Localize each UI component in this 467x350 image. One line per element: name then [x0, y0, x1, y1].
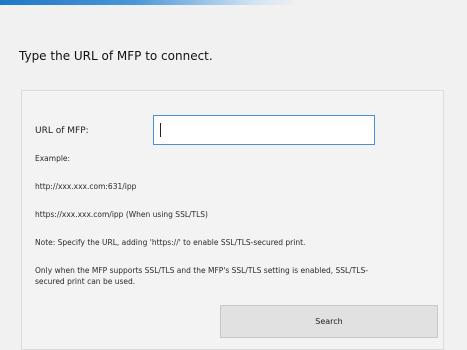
example-https-url: https://xxx.xxx.com/ipp (When using SSL/… — [35, 210, 208, 219]
example-heading: Example: — [35, 154, 71, 163]
text-caret — [160, 123, 161, 137]
example-http-url: http://xxx.xxx.com:631/ipp — [35, 182, 137, 191]
search-button[interactable]: Search — [220, 305, 438, 338]
ssl-availability-notice: Only when the MFP supports SSL/TLS and t… — [35, 266, 368, 286]
ssl-note: Note: Specify the URL, adding 'https://'… — [35, 238, 306, 247]
title-accent-bar — [0, 0, 300, 5]
url-label: URL of MFP: — [35, 126, 89, 136]
url-input[interactable] — [153, 115, 375, 145]
instruction-text: Type the URL of MFP to connect. — [19, 49, 213, 63]
